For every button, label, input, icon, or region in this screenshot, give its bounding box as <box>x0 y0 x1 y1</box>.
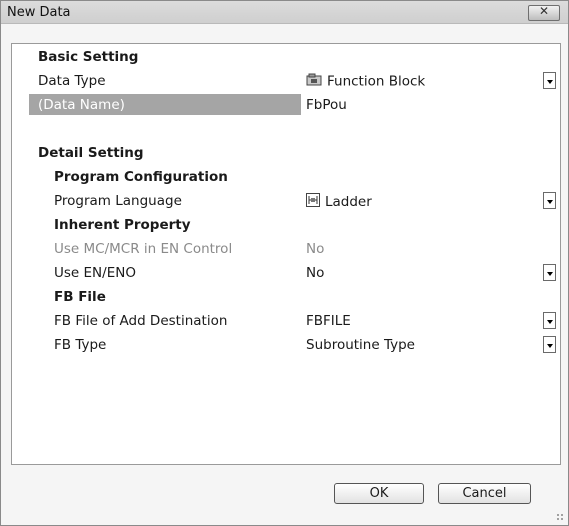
close-icon: ✕ <box>538 4 550 18</box>
chevron-down-icon <box>547 272 553 276</box>
property-value-text: No <box>306 241 325 257</box>
property-value[interactable]: Function Block <box>306 73 425 90</box>
property-row-program-language[interactable]: Program Language Ladder <box>12 189 560 213</box>
dropdown-button[interactable] <box>543 72 556 89</box>
property-value: No <box>306 241 324 257</box>
property-row-fb-file-of-add-destination[interactable]: FB File of Add Destination FBFILE <box>12 309 560 333</box>
property-value-text: Ladder <box>325 194 372 210</box>
cancel-button[interactable]: Cancel <box>438 483 531 504</box>
property-label: Use MC/MCR in EN Control <box>54 241 233 257</box>
category-label: Program Configuration <box>54 169 228 185</box>
property-value-text: Subroutine Type <box>306 337 415 353</box>
category-program-configuration: Program Configuration <box>12 165 560 189</box>
property-label: Data Type <box>38 73 106 89</box>
property-value-text: FBFILE <box>306 313 351 329</box>
title-bar: New Data ✕ <box>1 1 568 24</box>
property-row-use-en-eno[interactable]: Use EN/ENO No <box>12 261 560 285</box>
category-detail-setting: Detail Setting <box>12 141 560 165</box>
close-button[interactable]: ✕ <box>528 4 560 21</box>
new-data-dialog: New Data ✕ Basic Setting Data Type Functio… <box>0 0 569 526</box>
category-label: FB File <box>54 289 106 305</box>
dropdown-button[interactable] <box>543 312 556 329</box>
chevron-down-icon <box>547 344 553 348</box>
property-label: (Data Name) <box>38 97 125 113</box>
resize-grip[interactable] <box>556 513 564 521</box>
category-label: Detail Setting <box>38 145 144 161</box>
property-value-text: FbPou <box>306 97 347 113</box>
dialog-title: New Data <box>7 5 71 20</box>
property-row-data-name[interactable]: (Data Name) FbPou <box>12 93 560 117</box>
property-label: Program Language <box>54 193 182 209</box>
ladder-icon <box>306 193 320 211</box>
ok-button[interactable]: OK <box>334 483 424 504</box>
property-label: Use EN/ENO <box>54 265 136 281</box>
category-label: Basic Setting <box>38 49 139 65</box>
dropdown-button[interactable] <box>543 192 556 209</box>
property-grid: Basic Setting Data Type Function Block (Dat… <box>11 43 561 465</box>
spacer-row <box>12 117 560 141</box>
property-label: FB File of Add Destination <box>54 313 228 329</box>
property-value[interactable]: FBFILE <box>306 313 351 329</box>
property-row-fb-type[interactable]: FB Type Subroutine Type <box>12 333 560 357</box>
property-value-text: No <box>306 265 325 281</box>
category-basic-setting: Basic Setting <box>12 45 560 69</box>
function-block-icon <box>306 73 322 90</box>
property-row-use-mc-mcr-in-en-control[interactable]: Use MC/MCR in EN Control No <box>12 237 560 261</box>
chevron-down-icon <box>547 320 553 324</box>
property-value[interactable]: Subroutine Type <box>306 337 415 353</box>
property-value[interactable]: Ladder <box>306 193 372 211</box>
category-inherent-property: Inherent Property <box>12 213 560 237</box>
dropdown-button[interactable] <box>543 264 556 281</box>
dropdown-button[interactable] <box>543 336 556 353</box>
property-label: FB Type <box>54 337 107 353</box>
property-value[interactable]: FbPou <box>306 97 347 113</box>
category-fb-file: FB File <box>12 285 560 309</box>
property-value-text: Function Block <box>327 73 426 90</box>
chevron-down-icon <box>547 80 553 84</box>
category-label: Inherent Property <box>54 217 191 233</box>
property-value[interactable]: No <box>306 265 324 281</box>
property-row-data-type[interactable]: Data Type Function Block <box>12 69 560 93</box>
chevron-down-icon <box>547 200 553 204</box>
